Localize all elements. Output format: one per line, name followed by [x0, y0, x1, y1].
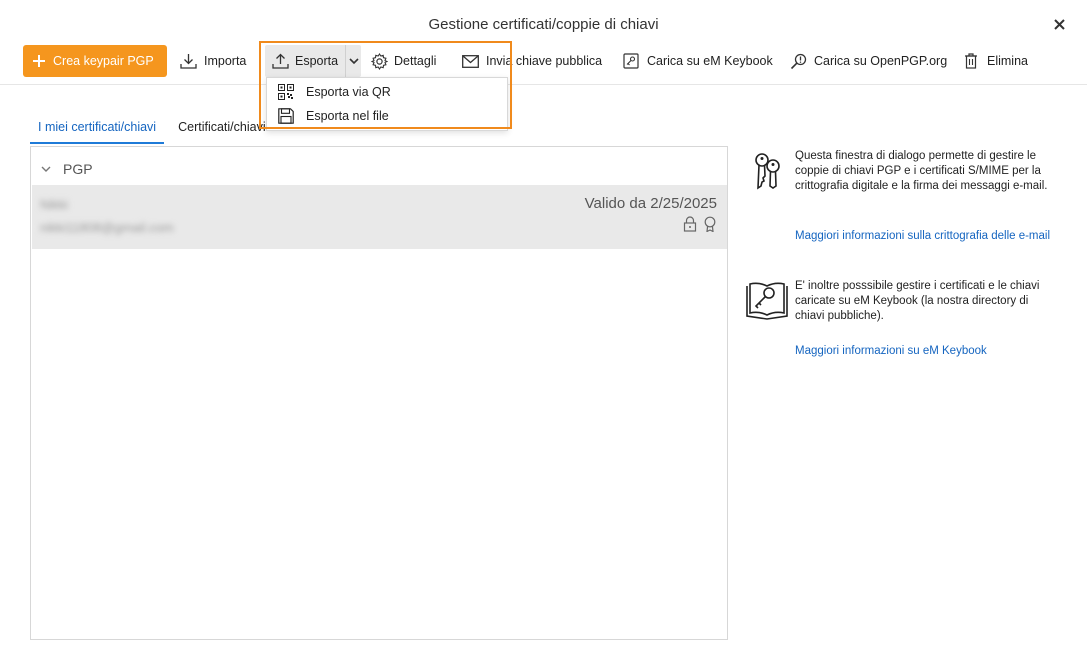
key-row[interactable]: Nikki nikki11808@gmail.com Valido da 2/2… — [32, 185, 727, 249]
floppy-disk-icon — [278, 108, 294, 124]
tab-certificates[interactable]: Certificati/chiavi — [170, 118, 274, 144]
pgp-group-header[interactable]: PGP — [41, 161, 93, 177]
send-public-key-label: Invia chiave pubblica — [486, 54, 603, 68]
envelope-icon — [462, 54, 479, 68]
info-link-encryption[interactable]: Maggiori informazioni sulla crittografia… — [795, 229, 1055, 244]
upload-openpgp-button[interactable]: Carica su OpenPGP.org — [790, 45, 947, 77]
key-book-icon — [746, 282, 788, 320]
upload-icon — [272, 53, 289, 69]
export-dropdown-toggle[interactable] — [345, 45, 361, 77]
lock-icon — [683, 216, 697, 232]
export-to-file-label: Esporta nel file — [306, 109, 389, 123]
qr-code-icon — [278, 84, 294, 100]
chevron-down-icon — [349, 57, 359, 64]
import-button[interactable]: Importa — [180, 45, 246, 77]
chevron-down-icon — [41, 166, 51, 172]
close-icon — [1053, 18, 1065, 30]
delete-button[interactable]: Elimina — [964, 45, 1028, 77]
award-icon — [704, 216, 716, 232]
info-text-keybook: E' inoltre posssibile gestire i certific… — [795, 280, 1040, 322]
import-label: Importa — [204, 54, 247, 68]
keys-icon — [755, 153, 780, 190]
upload-em-keybook-button[interactable]: Carica su eM Keybook — [623, 45, 773, 77]
window-title: Gestione certificati/coppie di chiavi — [428, 16, 659, 33]
export-label: Esporta — [295, 54, 339, 68]
export-split-button: Esporta — [265, 45, 362, 77]
key-owner-email: nikki11808@gmail.com — [40, 220, 174, 235]
tab-bar: I miei certificati/chiavi Certificati/ch… — [30, 118, 274, 144]
export-dropdown-menu: Esporta via QR Esporta nel file — [266, 77, 508, 131]
key-valid-date: Valido da 2/25/2025 — [584, 195, 717, 212]
gear-icon — [371, 52, 388, 70]
export-via-qr-label: Esporta via QR — [306, 85, 391, 99]
search-key-icon — [790, 53, 807, 69]
export-to-file-item[interactable]: Esporta nel file — [267, 104, 507, 128]
trash-icon — [965, 53, 977, 69]
upload-em-keybook-label: Carica su eM Keybook — [647, 54, 773, 68]
pgp-group-label: PGP — [63, 161, 93, 177]
toolbar: Crea keypair PGP — [23, 44, 167, 78]
key-status-icons — [683, 216, 717, 232]
info-text-encryption: Questa finestra di dialogo permette di g… — [795, 150, 1048, 192]
plus-icon — [33, 55, 45, 67]
create-pgp-keypair-label: Crea keypair PGP — [53, 54, 154, 68]
keybook-upload-icon — [623, 53, 639, 69]
tab-my-certificates[interactable]: I miei certificati/chiavi — [30, 118, 165, 144]
key-owner-name: Nikki — [40, 197, 69, 212]
create-pgp-keypair-button[interactable]: Crea keypair PGP — [23, 45, 167, 77]
export-button[interactable]: Esporta — [265, 45, 345, 77]
details-button[interactable]: Dettagli — [371, 45, 436, 77]
certificate-manager-window: Gestione certificati/coppie di chiavi Cr… — [0, 0, 1087, 670]
close-button[interactable] — [1049, 14, 1069, 34]
toolbar-divider — [0, 84, 1087, 85]
send-public-key-button[interactable]: Invia chiave pubblica — [462, 45, 602, 77]
export-via-qr-item[interactable]: Esporta via QR — [267, 80, 507, 104]
key-list-panel: PGP Nikki nikki11808@gmail.com Valido da… — [30, 146, 728, 640]
delete-label: Elimina — [987, 54, 1028, 68]
download-icon — [180, 54, 197, 69]
upload-openpgp-label: Carica su OpenPGP.org — [814, 54, 948, 68]
info-link-keybook[interactable]: Maggiori informazioni su eM Keybook — [795, 344, 1055, 359]
details-label: Dettagli — [394, 54, 437, 68]
